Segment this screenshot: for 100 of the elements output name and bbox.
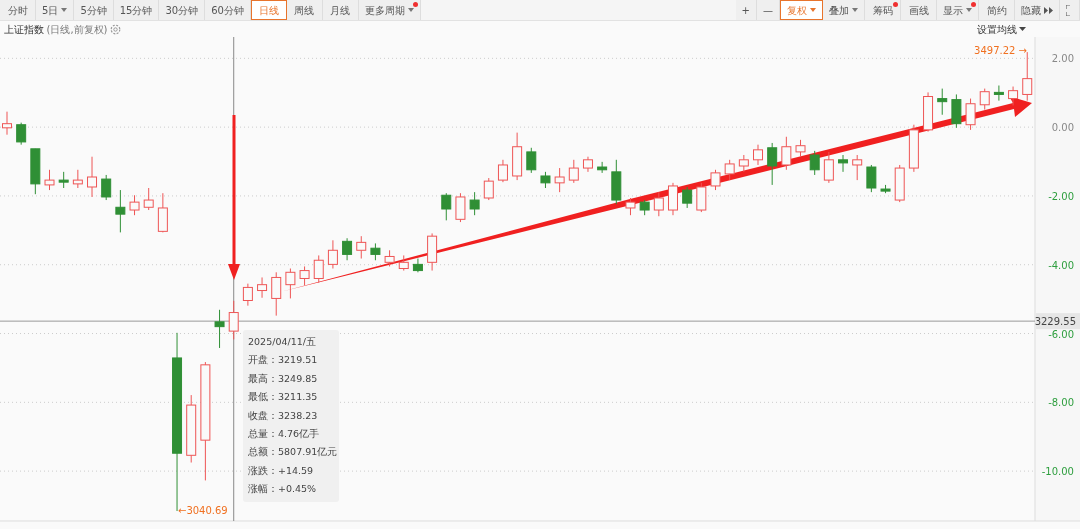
candlestick xyxy=(753,144,763,166)
candlestick xyxy=(1008,86,1019,106)
candlestick xyxy=(710,169,721,191)
candlestick xyxy=(157,192,168,233)
tooltip-row-text: 涨幅：+0.45% xyxy=(248,482,318,497)
high-price-label: 3497.22 → xyxy=(974,45,1027,56)
axis-label: -6.00 xyxy=(1048,328,1074,340)
candlestick xyxy=(214,309,225,349)
candlestick xyxy=(285,268,296,299)
candlestick xyxy=(115,189,126,233)
candlestick xyxy=(767,142,778,186)
candlestick xyxy=(30,148,41,195)
candlestick xyxy=(979,88,990,111)
candlestick xyxy=(271,271,282,317)
candlestick xyxy=(242,283,253,307)
toolbar-button[interactable]: 周线 xyxy=(286,0,323,20)
candlestick xyxy=(880,184,891,194)
candlestick xyxy=(540,171,551,189)
toolbar-button[interactable]: 月线 xyxy=(322,0,359,20)
settings-icon[interactable] xyxy=(110,23,121,35)
tooltip-row-text: 收盘：3238.23 xyxy=(248,408,319,423)
candlestick xyxy=(441,192,452,221)
candlestick xyxy=(72,169,83,189)
fullscreen-button[interactable] xyxy=(1060,0,1080,20)
candlestick xyxy=(398,254,409,272)
toolbar-button[interactable]: 15分钟 xyxy=(113,0,160,20)
toolbar-button[interactable]: 更多周期 xyxy=(358,0,421,20)
toolbar-button[interactable]: 简约 xyxy=(979,0,1015,20)
candlestick xyxy=(838,154,849,173)
candlestick xyxy=(993,85,1004,102)
index-title: 上证指数 xyxy=(4,22,44,37)
toolbar-button[interactable]: 隐藏 xyxy=(1015,0,1060,20)
toolbar-button[interactable]: 60分钟 xyxy=(205,0,251,20)
toolbar-button[interactable]: — xyxy=(757,0,780,20)
toolbar-button[interactable]: 30分钟 xyxy=(159,0,206,20)
tooltip-row-text: 涨跌：+14.59 xyxy=(248,463,315,478)
axis-label: -10.00 xyxy=(1041,466,1074,478)
candlestick xyxy=(554,167,565,193)
candlestick xyxy=(327,239,338,269)
tooltip-date: 2025/04/11/五 xyxy=(248,335,317,349)
candlestick xyxy=(653,191,664,217)
candlestick xyxy=(497,159,508,183)
candlestick xyxy=(129,194,140,216)
candlestick xyxy=(16,122,27,146)
ma-settings-dropdown[interactable]: 设置均线 xyxy=(976,21,1017,37)
candlestick xyxy=(597,161,608,174)
candlestick xyxy=(937,88,948,116)
candlestick xyxy=(781,136,792,171)
tooltip-row-text: 开盘：3219.51 xyxy=(248,353,319,368)
toolbar-button[interactable]: 5日 xyxy=(36,0,75,20)
toolbar-button[interactable]: 5分钟 xyxy=(74,0,114,20)
candlestick xyxy=(682,186,693,209)
candlestick xyxy=(866,164,877,193)
candlestick xyxy=(101,174,112,201)
toolbar-button[interactable]: 画线 xyxy=(901,0,937,20)
candlestick xyxy=(908,124,919,173)
candlestick xyxy=(427,232,438,272)
candlestick xyxy=(809,150,820,176)
candlestick xyxy=(2,111,12,136)
candlestick xyxy=(44,169,55,191)
toolbar-button[interactable]: 分时 xyxy=(0,0,36,20)
candlestick xyxy=(469,191,480,216)
toolbar-button[interactable]: 显示 xyxy=(937,0,979,20)
candlestick xyxy=(512,132,523,181)
candlestick xyxy=(923,91,934,133)
candlestick xyxy=(724,159,735,181)
candlestick xyxy=(87,156,97,198)
candlestick xyxy=(738,154,749,173)
candlestick xyxy=(143,187,154,211)
candlestick xyxy=(611,159,622,205)
candlestick xyxy=(795,139,806,158)
candlestick xyxy=(483,177,494,201)
axis-label: -8.00 xyxy=(1048,397,1074,409)
candlestick xyxy=(455,192,466,223)
toolbar-button[interactable]: 叠加 xyxy=(823,0,865,20)
candlestick xyxy=(313,254,324,284)
candlestick xyxy=(582,156,593,173)
candlestick xyxy=(852,154,863,181)
candlestick xyxy=(639,199,650,216)
candlestick xyxy=(356,235,367,260)
candlestick xyxy=(186,394,197,463)
axis-label: 0.00 xyxy=(1051,122,1074,134)
candlestick xyxy=(526,147,537,174)
caret-icon xyxy=(1019,27,1026,31)
axis-label: -2.00 xyxy=(1048,190,1074,202)
chart-subtitle: (日线,前复权) xyxy=(46,22,108,37)
tooltip-row-text: 最高：3249.85 xyxy=(248,371,319,386)
toolbar-button[interactable]: + xyxy=(735,0,757,20)
candlestick xyxy=(568,159,579,184)
double-triangle-icon xyxy=(1044,6,1053,14)
candlestick xyxy=(384,249,395,267)
toolbar-button[interactable]: 筹码 xyxy=(865,0,901,20)
candlestick xyxy=(412,258,423,273)
candlestick xyxy=(625,197,636,216)
tooltip-row-text: 总量：4.76亿手 xyxy=(248,427,321,442)
candlestick xyxy=(965,98,976,131)
crosshair-price-label: 3229.55 xyxy=(1034,313,1080,330)
candlestick xyxy=(696,182,707,213)
candlestick xyxy=(951,93,962,129)
fullscreen-icon xyxy=(1066,4,1073,16)
